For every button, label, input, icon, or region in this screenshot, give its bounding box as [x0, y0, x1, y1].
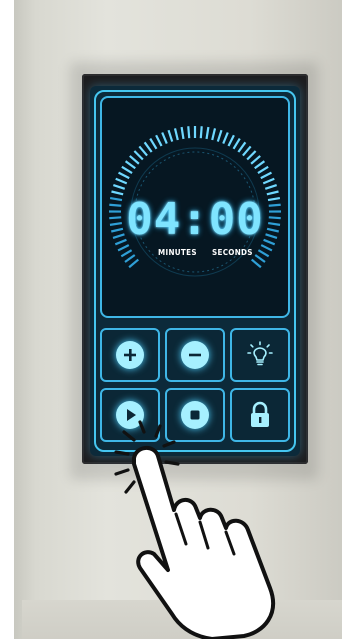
dial-tick	[129, 155, 140, 165]
minus-button[interactable]	[165, 328, 225, 382]
wall-edge-left	[0, 0, 14, 639]
dial-tick	[254, 160, 266, 170]
lightbulb-icon	[247, 341, 273, 366]
dial-tick	[254, 254, 266, 263]
dial-tick	[264, 183, 278, 190]
dial-tick	[260, 171, 272, 180]
dial-tick	[237, 141, 247, 153]
dial-tick	[167, 129, 174, 142]
minutes-label: MINUTES	[158, 248, 197, 257]
dial-tick	[149, 138, 158, 150]
dial-tick	[199, 126, 203, 139]
wall-edge-right	[342, 0, 356, 639]
dial-tick	[222, 132, 229, 145]
dial-tick	[120, 249, 133, 258]
dial-tick	[257, 165, 269, 175]
timer-display: 04:00 MINUTES SECONDS	[100, 96, 290, 318]
dial-tick	[161, 132, 168, 145]
hand-shape	[132, 446, 276, 639]
dial-tick	[173, 128, 179, 141]
touch-screen: 04:00 MINUTES SECONDS	[90, 86, 300, 456]
dial-tick	[250, 155, 261, 165]
dial-tick	[143, 141, 153, 153]
dial-tick	[262, 177, 275, 185]
dial-tick	[115, 177, 128, 185]
dial-tick	[257, 249, 270, 258]
dial-tick	[187, 126, 191, 139]
dial-tick	[128, 258, 140, 269]
seconds-label: SECONDS	[212, 248, 253, 257]
dial-tick	[155, 134, 163, 147]
dial-tick	[180, 126, 185, 140]
dial-tick	[250, 258, 262, 269]
dial-tick	[124, 160, 136, 170]
time-readout: 04:00	[126, 194, 264, 245]
dial-tick	[124, 254, 136, 263]
dial-tick	[246, 150, 257, 161]
dial-tick	[205, 126, 210, 140]
pointing-hand-icon	[114, 420, 276, 639]
dial-tick	[117, 244, 130, 252]
dial-tick	[211, 128, 217, 141]
minus-icon	[181, 341, 209, 369]
plus-button[interactable]	[100, 328, 160, 382]
dial-tick	[121, 165, 133, 175]
dial-tick	[133, 150, 144, 161]
dial-tick	[118, 171, 130, 180]
dial-tick	[260, 244, 273, 252]
dial-tick	[227, 134, 235, 147]
plus-icon	[116, 341, 144, 369]
light-button[interactable]	[230, 328, 290, 382]
dial-tick	[138, 145, 148, 157]
dial-tick	[232, 138, 241, 150]
dial-tick	[242, 145, 252, 157]
dial-tick	[112, 183, 126, 190]
dial-tick	[216, 129, 223, 142]
